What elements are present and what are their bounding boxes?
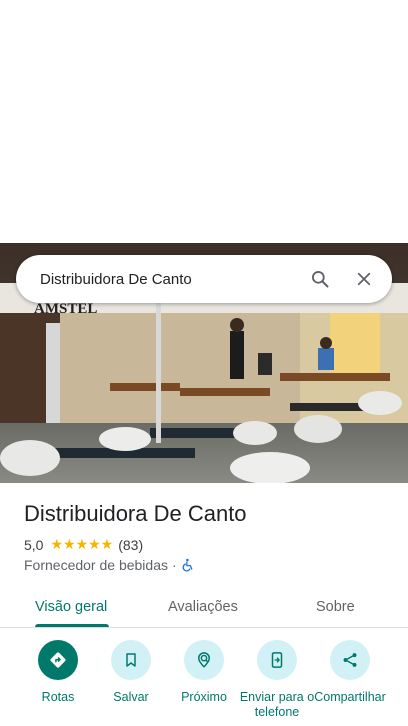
action-bar: Rotas Salvar Próximo Enviar para o telef… — [0, 640, 408, 726]
rating-stars: ★★★★★ — [50, 536, 114, 552]
send-to-phone-icon — [257, 640, 297, 680]
tab-overview[interactable]: Visão geral — [35, 586, 107, 628]
active-tab-indicator — [35, 624, 109, 627]
share-icon — [330, 640, 370, 680]
wheelchair-accessible-icon — [181, 558, 195, 572]
place-category: Fornecedor de bebidas — [24, 557, 168, 573]
search-icon[interactable] — [302, 261, 338, 297]
tab-bar: Visão geral Avaliações Sobre — [0, 586, 408, 628]
rating-value: 5,0 — [24, 536, 44, 553]
search-input[interactable]: Distribuidora De Canto — [40, 271, 294, 288]
send-to-phone-button[interactable]: Enviar para o telefone — [237, 640, 317, 720]
nearby-label: Próximo — [181, 690, 227, 704]
save-label: Salvar — [113, 690, 149, 704]
place-title: Distribuidora De Canto — [24, 501, 247, 526]
share-label: Compartilhar — [314, 690, 386, 704]
close-icon[interactable] — [346, 261, 382, 297]
search-bar[interactable]: Distribuidora De Canto — [16, 255, 392, 303]
directions-button[interactable]: Rotas — [18, 640, 98, 705]
directions-label: Rotas — [41, 690, 75, 704]
nearby-icon — [184, 640, 224, 680]
category-row: Fornecedor de bebidas · — [24, 557, 195, 573]
map-area-blank — [0, 0, 408, 243]
save-button[interactable]: Salvar — [91, 640, 171, 705]
rating-row[interactable]: 5,0 ★★★★★ (83) — [24, 536, 143, 553]
nearby-button[interactable]: Próximo — [164, 640, 244, 705]
separator-dot: · — [172, 557, 177, 573]
directions-icon — [38, 640, 78, 680]
reviews-count: (83) — [118, 536, 144, 553]
send-to-phone-label: Enviar para o telefone — [239, 690, 315, 719]
tab-reviews[interactable]: Avaliações — [168, 586, 238, 628]
bookmark-icon — [111, 640, 151, 680]
share-button[interactable]: Compartilhar — [310, 640, 390, 705]
tab-about[interactable]: Sobre — [316, 586, 355, 628]
